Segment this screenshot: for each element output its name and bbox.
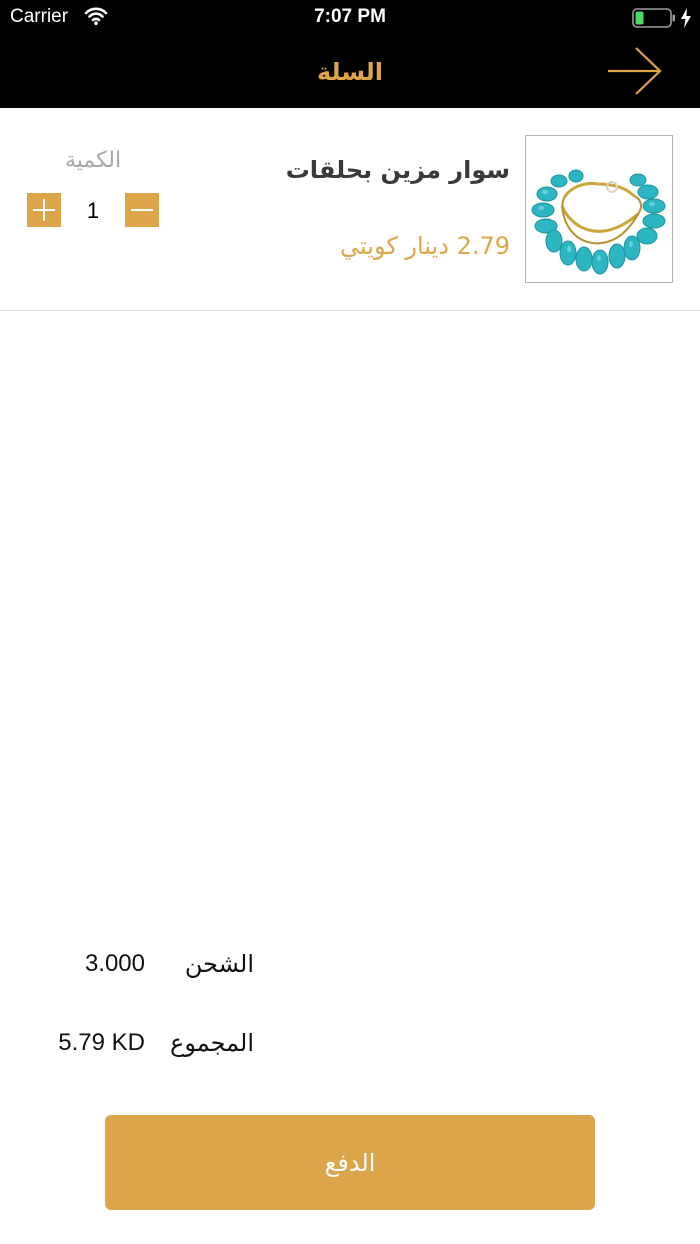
charging-icon	[681, 8, 691, 28]
pay-button-label: الدفع	[324, 1149, 376, 1177]
total-value: 5.79 KD	[58, 1029, 145, 1056]
bracelet-image	[531, 169, 666, 275]
product-price: 2.79 دينار كويتي	[340, 232, 510, 260]
battery-icon	[632, 8, 675, 28]
quantity-label: الكمية	[64, 148, 122, 173]
quantity-value: 1	[86, 198, 100, 223]
status-bar: Carrier 7:07 PM	[0, 0, 700, 36]
pay-button[interactable]: الدفع	[105, 1115, 595, 1210]
top-bar: Carrier 7:07 PM السلة	[0, 0, 700, 108]
increase-quantity-button[interactable]	[27, 193, 61, 227]
arrow-right-icon[interactable]	[604, 46, 664, 96]
page-title: السلة	[316, 58, 383, 86]
shipping-value: 3.000	[84, 950, 145, 977]
shipping-label: الشحن	[184, 950, 254, 978]
total-label: المجموع	[170, 1029, 254, 1057]
cart-screen: Carrier 7:07 PM السلة سوار مزين بحلقات 2…	[0, 0, 700, 1244]
decrease-quantity-button[interactable]	[125, 193, 159, 227]
plus-icon	[33, 199, 55, 221]
shipping-row: الشحن 3.000	[0, 950, 700, 990]
product-name: سوار مزين بحلقات	[285, 156, 510, 184]
minus-icon	[131, 209, 153, 211]
product-image[interactable]	[525, 135, 673, 283]
status-time: 7:07 PM	[314, 6, 386, 27]
total-row: المجموع 5.79 KD	[0, 1029, 700, 1069]
cart-item: سوار مزين بحلقات 2.79 دينار كويتي الكمية…	[0, 108, 700, 311]
